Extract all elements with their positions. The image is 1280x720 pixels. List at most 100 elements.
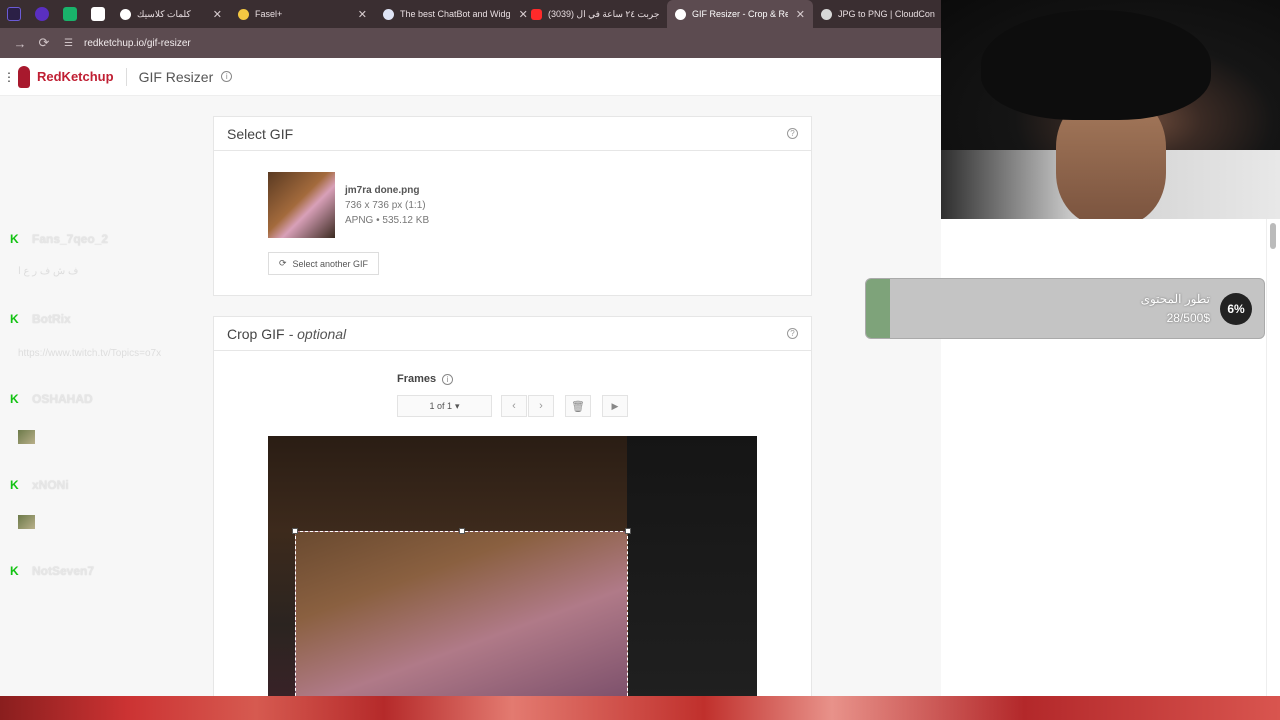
card-header: Crop GIF - optional ? [214,317,811,351]
gif-preview [268,436,757,696]
crop-gif-card: Crop GIF - optional ? Frames i 1 of 1 ▾ … [213,316,812,696]
browser-tab[interactable]: JPG to PNG | CloudCon [813,0,935,28]
cloud-icon [821,8,832,20]
browser-tab[interactable]: (3039) جربت ٢٤ ساعة في ال ✕ [523,0,677,28]
scrollbar[interactable] [1266,219,1280,696]
next-frame-button[interactable]: › [528,395,554,417]
app-icon [63,7,77,21]
frames-label: Frames i [397,373,454,385]
app-icon [91,7,105,21]
ketchup-logo-icon[interactable] [18,65,30,88]
close-tab-icon[interactable]: ✕ [350,8,367,21]
goal-percent: 6% [1220,293,1252,325]
tab-pinned-3[interactable] [56,0,84,28]
chat-message: K BotRix [10,312,71,326]
app-icon [7,7,21,21]
chat-emote [18,430,35,444]
tab-label: GIF Resizer - Crop & Resize [692,9,788,19]
tab-pinned-4[interactable] [84,0,112,28]
reload-icon[interactable]: ⟳ [32,35,56,51]
crop-handle[interactable] [625,528,631,534]
select-another-gif-button[interactable]: ⟳ Select another GIF [268,252,379,275]
url-text: redketchup.io/gif-resizer [84,37,191,49]
file-name: jm7ra done.png [345,185,420,196]
goal-progress-fill [866,279,890,338]
page-title: GIF Resizer [138,68,214,85]
browser-tab-bar: كلمات كلاسيك ✕ Fasel+ ✕ The best ChatBot… [0,0,941,28]
kick-icon: K [10,312,19,326]
chat-message: K OSHAHAD [10,392,93,406]
address-bar: → ⟳ ☰ redketchup.io/gif-resizer [0,28,941,58]
chevron-right-icon: › [539,400,543,412]
browser-tab-active[interactable]: GIF Resizer - Crop & Resize ✕ [667,0,813,28]
optional-label: - optional [288,325,347,342]
kick-icon: K [10,392,19,406]
kick-icon: K [10,564,19,578]
info-icon[interactable]: i [221,71,233,82]
frames-text: Frames [397,373,437,385]
url-field[interactable]: ☰ redketchup.io/gif-resizer [64,37,191,50]
chat-message: K xNONi [10,478,69,492]
kick-icon: K [10,232,19,246]
tab-label: كلمات كلاسيك [137,8,191,19]
tab-favicon-icon [238,8,249,20]
tab-label: (3039) جربت ٢٤ ساعة في ال [548,8,660,19]
chat-message: K NotSeven7 [10,564,94,578]
browser-tab[interactable]: كلمات كلاسيك ✕ [112,0,230,28]
menu-icon[interactable]: ⋮ [0,70,18,84]
goal-amount: 28/500$ [1166,311,1210,325]
app-icon [35,7,49,21]
forward-arrow-icon[interactable]: → [8,36,32,51]
donation-goal-widget: تطور المحتوى 28/500$ 6% [865,278,1265,339]
stream-bottom-border [0,696,1280,720]
browser-tab[interactable]: Fasel+ ✕ [230,0,375,28]
site-settings-icon[interactable]: ☰ [64,38,76,49]
close-tab-icon[interactable]: ✕ [788,8,805,21]
browser-tab[interactable]: The best ChatBot and Widg ✕ [375,0,528,28]
delete-frame-button[interactable]: 🗑 [565,395,591,417]
file-format: APNG [345,215,374,226]
file-thumbnail [268,172,335,238]
frame-select[interactable]: 1 of 1 ▾ [397,395,492,417]
card-header: Select GIF ? [214,117,811,151]
tab-favicon-icon [383,8,394,20]
kick-icon: K [10,478,19,492]
scrollbar-thumb[interactable] [1270,223,1276,249]
tab-favicon-icon [675,8,686,20]
file-size: 535.12 KB [382,215,430,226]
crop-area[interactable] [292,528,631,696]
chat-username: OSHAHAD [32,392,93,406]
chat-username: NotSeven7 [32,564,95,578]
tab-pinned-2[interactable] [28,0,56,28]
info-icon[interactable]: i [442,373,454,385]
app-header: ⋮ RedKetchup GIF Resizer i [0,58,941,96]
chat-text: ف ش ف ر ع ا [18,266,79,277]
file-dimensions: 736 x 736 px (1:1) [345,200,426,211]
trash-icon: 🗑 [571,400,585,413]
preview-shadow [627,436,757,696]
card-title: Select GIF [227,125,294,142]
brand-name[interactable]: RedKetchup [37,69,114,84]
close-tab-icon[interactable]: ✕ [205,8,222,21]
caret-down-icon: ▾ [455,400,460,411]
crop-handle[interactable] [292,528,298,534]
chat-username: BotRix [32,312,71,326]
tab-label: JPG to PNG | CloudCon [838,9,935,19]
play-button[interactable]: ▶ [602,395,628,417]
chevron-left-icon: ‹ [512,400,516,412]
previous-frame-button[interactable]: ‹ [501,395,527,417]
frame-select-value: 1 of 1 [429,401,452,411]
crop-handle[interactable] [459,528,465,534]
youtube-icon [531,8,542,20]
card-title: Crop GIF [227,325,285,342]
tab-pinned-1[interactable] [0,0,28,28]
file-info: jm7ra done.png 736 x 736 px (1:1) APNG •… [345,185,430,226]
help-icon[interactable]: ? [787,328,798,339]
main-content: Select GIF ? jm7ra done.png 736 x 736 px… [0,96,941,696]
tab-label: The best ChatBot and Widg [400,9,511,19]
webcam-overlay [941,0,1280,219]
header-divider [125,67,127,86]
chat-message: K Fans_7qeo_2 [10,232,108,246]
help-icon[interactable]: ? [787,128,798,139]
button-label: Select another GIF [292,258,369,269]
